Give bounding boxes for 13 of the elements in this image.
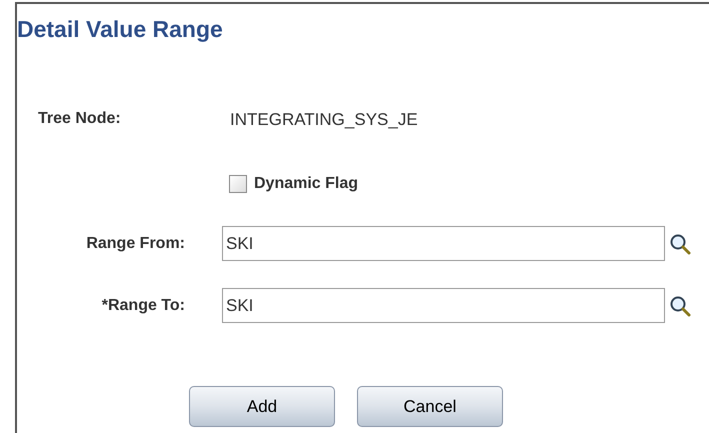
field-label: *Range To: — [100, 296, 186, 316]
dialog-button[interactable]: Cancel — [357, 386, 503, 427]
field-label: Range From: — [85, 234, 186, 254]
input-field[interactable]: SKI — [222, 226, 665, 261]
tree-node-value: INTEGRATING_SYS_JE — [230, 109, 418, 131]
dialog-title: Detail Value Range — [17, 15, 223, 44]
input-field[interactable]: SKI — [222, 288, 665, 323]
search-icon[interactable] — [669, 294, 691, 316]
search-icon[interactable] — [669, 232, 691, 254]
checkbox[interactable] — [229, 175, 247, 193]
dialog-button[interactable]: Add — [189, 386, 335, 427]
field-label: Tree Node: — [38, 109, 121, 129]
checkbox-label: Dynamic Flag — [254, 174, 358, 194]
